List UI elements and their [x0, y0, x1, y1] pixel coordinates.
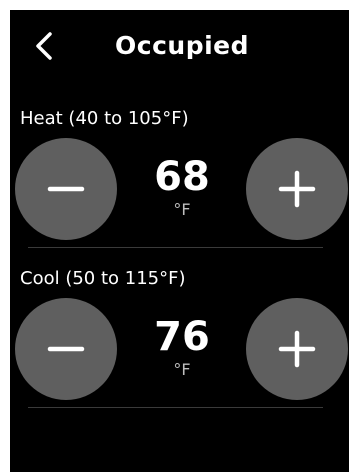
- heat-setpoint-display: 68 °F: [130, 154, 234, 220]
- minus-icon: [47, 170, 85, 208]
- cool-decrease-button[interactable]: [15, 298, 117, 400]
- cool-setpoint-section: Cool (50 to 115°F) 76 °F: [10, 260, 349, 420]
- heat-section-divider: [28, 247, 323, 248]
- cool-setpoint-unit: °F: [173, 360, 191, 379]
- header: Occupied: [10, 10, 349, 90]
- heat-setpoint-section: Heat (40 to 105°F) 68 °F: [10, 100, 349, 260]
- cool-range-label: Cool (50 to 115°F): [20, 268, 186, 289]
- heat-increase-button[interactable]: [246, 138, 348, 240]
- cool-increase-button[interactable]: [246, 298, 348, 400]
- heat-decrease-button[interactable]: [15, 138, 117, 240]
- cool-setpoint-display: 76 °F: [130, 314, 234, 380]
- chevron-left-icon: [33, 31, 55, 61]
- minus-icon: [47, 330, 85, 368]
- cool-section-divider: [28, 407, 323, 408]
- heat-setpoint-value: 68: [154, 154, 210, 200]
- plus-icon: [278, 170, 316, 208]
- page-title: Occupied: [115, 31, 250, 60]
- cool-setpoint-value: 76: [154, 314, 210, 360]
- thermostat-screen: Occupied Heat (40 to 105°F) 68 °F Cool (…: [10, 10, 349, 472]
- heat-range-label: Heat (40 to 105°F): [20, 108, 189, 129]
- back-button[interactable]: [26, 28, 62, 64]
- heat-setpoint-unit: °F: [173, 200, 191, 219]
- plus-icon: [278, 330, 316, 368]
